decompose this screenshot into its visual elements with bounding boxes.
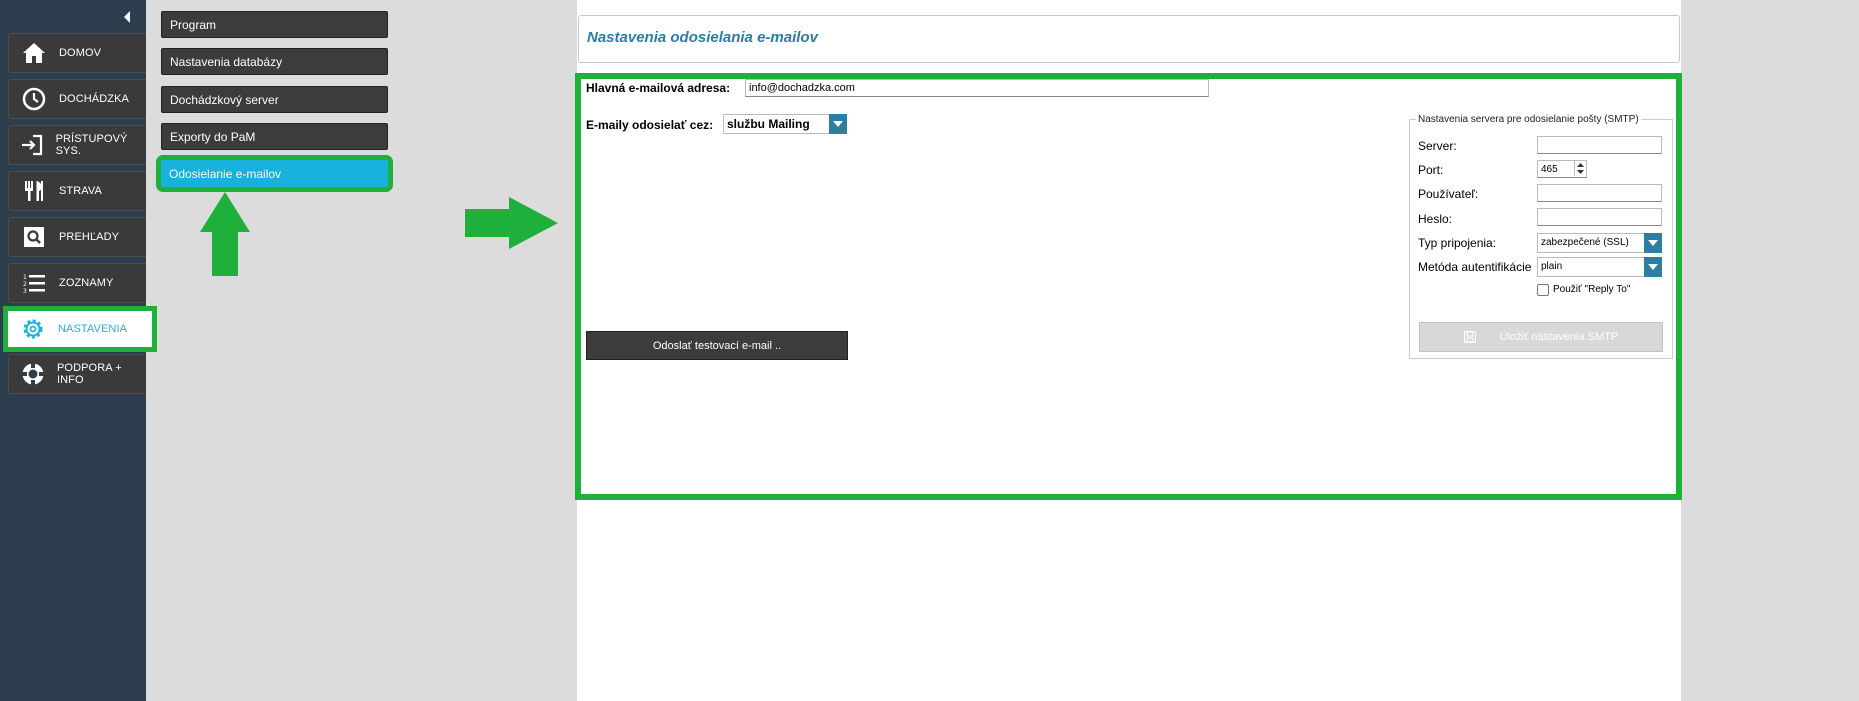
sidebar-item-label: PODPORA + INFO <box>56 362 122 386</box>
chevron-down-icon[interactable] <box>1644 233 1662 253</box>
submenu-item-label: Dochádzkový server <box>170 92 279 107</box>
login-icon <box>17 128 48 162</box>
arrow-up-annotation <box>200 192 250 276</box>
smtp-conn-type-select[interactable]: zabezpečené (SSL) <box>1537 233 1662 253</box>
submenu-item-label: Exporty do PaM <box>170 129 256 144</box>
sidebar-item-zoznamy[interactable]: 123 ZOZNAMY <box>8 263 146 303</box>
arrow-right-annotation <box>465 197 558 249</box>
reply-to-checkbox[interactable] <box>1537 284 1549 296</box>
save-smtp-button[interactable]: Uložiť nastavenia SMTP <box>1419 322 1663 352</box>
send-via-value: službu Mailing <box>727 117 810 131</box>
submenu-item-dochadzkovy-server[interactable]: Dochádzkový server <box>161 86 388 113</box>
gear-icon <box>16 312 50 346</box>
smtp-user-input[interactable] <box>1537 184 1662 202</box>
submenu-item-label: Nastavenia databázy <box>170 54 283 69</box>
lifebuoy-icon <box>17 357 49 391</box>
send-via-label: E-maily odosielať cez: <box>586 118 714 132</box>
clock-icon <box>17 82 51 116</box>
sidebar-item-dochadzka[interactable]: DOCHÁDZKA <box>8 79 146 119</box>
main-email-input[interactable] <box>745 79 1209 97</box>
conn-type-value: zabezpečené (SSL) <box>1541 237 1629 248</box>
submenu-item-program[interactable]: Program <box>161 11 388 38</box>
smtp-password-input[interactable] <box>1537 208 1662 226</box>
home-icon <box>17 36 51 70</box>
cutlery-icon <box>17 174 51 208</box>
send-test-email-button[interactable]: Odoslať testovací e-mail .. <box>586 331 848 360</box>
page-title: Nastavenia odosielania e-mailov <box>587 29 818 46</box>
svg-text:1: 1 <box>23 274 27 281</box>
sidebar-item-label: DOMOV <box>59 47 102 59</box>
smtp-auth-label: Metóda autentifikácie <box>1418 260 1532 274</box>
submenu-item-label: Program <box>170 17 217 32</box>
list-icon: 123 <box>17 266 51 300</box>
submenu-item-nastavenia-databazy[interactable]: Nastavenia databázy <box>161 48 388 75</box>
auth-value: plain <box>1541 261 1563 272</box>
reply-to-label: Použiť "Reply To" <box>1553 284 1631 295</box>
chevron-down-icon[interactable] <box>829 114 847 134</box>
sidebar-item-label: DOCHÁDZKA <box>59 93 129 105</box>
main-email-label: Hlavná e-mailová adresa: <box>586 81 731 95</box>
submenu-item-exporty-do-pam[interactable]: Exporty do PaM <box>161 123 388 150</box>
chevron-down-icon[interactable] <box>1577 170 1584 175</box>
smtp-legend: Nastavenia servera pre odosielanie pošty… <box>1416 114 1641 125</box>
smtp-auth-select[interactable]: plain <box>1537 257 1662 277</box>
smtp-server-label: Server: <box>1418 139 1457 153</box>
sidebar-item-label: NASTAVENIA <box>58 323 128 335</box>
smtp-password-label: Heslo: <box>1418 212 1453 226</box>
smtp-port-label: Port: <box>1418 163 1444 177</box>
save-smtp-label: Uložiť nastavenia SMTP <box>1499 331 1619 343</box>
svg-text:3: 3 <box>23 288 27 295</box>
search-icon <box>17 220 51 254</box>
submenu-item-odosielanie-e-mailov[interactable]: Odosielanie e-mailov <box>156 155 393 192</box>
sidebar-item-nastavenia[interactable]: NASTAVENIA <box>3 306 157 352</box>
sidebar-item-prehlady[interactable]: PREHĽADY <box>8 217 146 257</box>
port-stepper[interactable] <box>1574 161 1586 176</box>
smtp-server-input[interactable] <box>1537 136 1662 154</box>
send-via-select[interactable]: službu Mailing <box>723 114 847 134</box>
smtp-conn-type-label: Typ pripojenia: <box>1418 236 1497 250</box>
sidebar-item-label: PRÍSTUPOVÝ SYS. <box>55 133 128 157</box>
collapse-sidebar-icon[interactable] <box>121 9 133 25</box>
sidebar-item-label: ZOZNAMY <box>59 277 114 289</box>
sidebar-item-domov[interactable]: DOMOV <box>8 33 146 73</box>
submenu-item-label: Odosielanie e-mailov <box>169 166 282 181</box>
smtp-user-label: Používateľ: <box>1418 187 1479 201</box>
send-test-email-label: Odoslať testovací e-mail .. <box>652 339 782 352</box>
sidebar-item-pristupovy-sys[interactable]: PRÍSTUPOVÝ SYS. <box>8 125 146 165</box>
sidebar-item-label: STRAVA <box>59 185 102 197</box>
page-header: Nastavenia odosielania e-mailov <box>578 15 1680 63</box>
chevron-down-icon[interactable] <box>1644 257 1662 277</box>
floppy-disk-icon <box>1463 331 1476 343</box>
chevron-up-icon[interactable] <box>1577 162 1584 167</box>
sidebar-item-label: PREHĽADY <box>59 231 120 243</box>
svg-text:2: 2 <box>23 281 27 288</box>
sidebar-item-strava[interactable]: STRAVA <box>8 171 146 211</box>
sidebar-item-podpora-info[interactable]: PODPORA + INFO <box>8 354 146 394</box>
